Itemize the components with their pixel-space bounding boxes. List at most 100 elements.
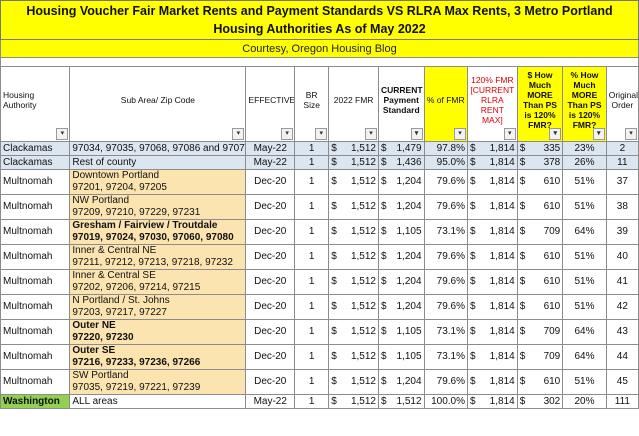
cell-current-ps[interactable]: 1,479 (390, 141, 425, 156)
cell-subarea[interactable]: Inner & Central SE 97202, 97206, 97214, 9… (69, 269, 247, 295)
cell-orig-order[interactable]: 39 (605, 219, 639, 245)
cell-fmr-currency[interactable]: $ (328, 294, 342, 320)
cell-authority[interactable]: Multnomah (0, 319, 71, 345)
cell-effective[interactable]: Dec-20 (245, 244, 296, 270)
cell-fmr120-currency[interactable]: $ (466, 169, 480, 195)
cell-subarea[interactable]: Gresham / Fairview / Troutdale 97019, 970… (69, 219, 247, 245)
cell-current-ps[interactable]: 1,204 (390, 294, 425, 320)
cell-subarea[interactable]: SW Portland 97035, 97219, 97221, 97239 (69, 369, 247, 395)
cell-fmr120[interactable]: 1,814 (479, 369, 518, 395)
cell-how-much[interactable]: 378 (529, 155, 564, 170)
cell-pct-more[interactable]: 64% (562, 319, 607, 345)
cell-subarea[interactable]: Outer SE 97216, 97233, 97236, 97266 (69, 344, 247, 370)
cell-ps-currency[interactable]: $ (377, 369, 391, 395)
cell-fmr-currency[interactable]: $ (328, 269, 342, 295)
cell-ps-currency[interactable]: $ (377, 219, 391, 245)
cell-br-size[interactable]: 1 (294, 194, 330, 220)
cell-ps-currency[interactable]: $ (377, 155, 391, 170)
cell-fmr120-currency[interactable]: $ (466, 294, 480, 320)
cell-orig-order[interactable]: 41 (605, 269, 639, 295)
cell-effective[interactable]: May-22 (245, 141, 296, 156)
cell-pct-fmr[interactable]: 79.6% (423, 194, 469, 220)
cell-more-currency[interactable]: $ (516, 219, 530, 245)
cell-fmr2022[interactable]: 1,512 (341, 344, 379, 370)
cell-pct-fmr[interactable]: 100.0% (423, 394, 469, 409)
cell-fmr120-currency[interactable]: $ (466, 244, 480, 270)
filter-dropdown-icon[interactable]: ▾ (625, 128, 637, 140)
cell-authority[interactable]: Multnomah (0, 369, 71, 395)
cell-ps-currency[interactable]: $ (377, 169, 391, 195)
cell-subarea[interactable]: 97034, 97035, 97068, 97086 and 9707 (69, 141, 247, 156)
cell-fmr2022[interactable]: 1,512 (341, 394, 379, 409)
cell-ps-currency[interactable]: $ (377, 344, 391, 370)
cell-fmr2022[interactable]: 1,512 (341, 269, 379, 295)
cell-subarea[interactable]: N Portland / St. Johns 97203, 97217, 9722… (69, 294, 247, 320)
cell-pct-more[interactable]: 51% (562, 194, 607, 220)
cell-current-ps[interactable]: 1,105 (390, 344, 425, 370)
cell-orig-order[interactable]: 2 (605, 141, 639, 156)
cell-more-currency[interactable]: $ (516, 194, 530, 220)
cell-more-currency[interactable]: $ (516, 141, 530, 156)
cell-authority[interactable]: Clackamas (0, 155, 71, 170)
cell-fmr120[interactable]: 1,814 (479, 244, 518, 270)
cell-br-size[interactable]: 1 (294, 294, 330, 320)
cell-authority[interactable]: Multnomah (0, 294, 71, 320)
cell-ps-currency[interactable]: $ (377, 394, 391, 409)
cell-fmr120[interactable]: 1,814 (479, 141, 518, 156)
cell-fmr120-currency[interactable]: $ (466, 141, 480, 156)
cell-pct-fmr[interactable]: 79.6% (423, 169, 469, 195)
filter-dropdown-icon[interactable]: ▾ (56, 128, 69, 140)
cell-more-currency[interactable]: $ (516, 155, 530, 170)
cell-fmr-currency[interactable]: $ (328, 194, 342, 220)
cell-orig-order[interactable]: 37 (605, 169, 639, 195)
cell-current-ps[interactable]: 1,204 (390, 244, 425, 270)
cell-more-currency[interactable]: $ (516, 344, 530, 370)
cell-br-size[interactable]: 1 (294, 155, 330, 170)
cell-fmr120[interactable]: 1,814 (479, 394, 518, 409)
cell-authority[interactable]: Clackamas (0, 141, 71, 156)
cell-fmr-currency[interactable]: $ (328, 244, 342, 270)
cell-pct-more[interactable]: 64% (562, 344, 607, 370)
cell-how-much[interactable]: 709 (529, 344, 564, 370)
cell-effective[interactable]: May-22 (245, 155, 296, 170)
cell-how-much[interactable]: 335 (529, 141, 564, 156)
cell-orig-order[interactable]: 42 (605, 294, 639, 320)
cell-br-size[interactable]: 1 (294, 141, 330, 156)
cell-pct-more[interactable]: 51% (562, 269, 607, 295)
cell-current-ps[interactable]: 1,105 (390, 219, 425, 245)
cell-fmr120-currency[interactable]: $ (466, 219, 480, 245)
cell-orig-order[interactable]: 38 (605, 194, 639, 220)
cell-pct-more[interactable]: 51% (562, 294, 607, 320)
cell-orig-order[interactable]: 45 (605, 369, 639, 395)
cell-orig-order[interactable]: 111 (605, 394, 639, 409)
cell-pct-fmr[interactable]: 79.6% (423, 369, 469, 395)
filter-dropdown-icon[interactable]: ▾ (364, 128, 377, 140)
cell-pct-fmr[interactable]: 73.1% (423, 319, 469, 345)
cell-fmr120[interactable]: 1,814 (479, 269, 518, 295)
cell-effective[interactable]: Dec-20 (245, 219, 296, 245)
cell-how-much[interactable]: 610 (529, 269, 564, 295)
cell-fmr120-currency[interactable]: $ (466, 194, 480, 220)
cell-pct-more[interactable]: 23% (562, 141, 607, 156)
cell-more-currency[interactable]: $ (516, 294, 530, 320)
cell-fmr120[interactable]: 1,814 (479, 219, 518, 245)
cell-ps-currency[interactable]: $ (377, 319, 391, 345)
cell-more-currency[interactable]: $ (516, 269, 530, 295)
cell-fmr2022[interactable]: 1,512 (341, 155, 379, 170)
filter-dropdown-icon[interactable]: ▾ (503, 128, 516, 140)
cell-subarea[interactable]: NW Portland 97209, 97210, 97229, 97231 (69, 194, 247, 220)
cell-fmr2022[interactable]: 1,512 (341, 169, 379, 195)
cell-fmr-currency[interactable]: $ (328, 141, 342, 156)
cell-authority[interactable]: Multnomah (0, 194, 71, 220)
cell-current-ps[interactable]: 1,436 (390, 155, 425, 170)
cell-br-size[interactable]: 1 (294, 344, 330, 370)
filter-dropdown-icon[interactable]: ▾ (454, 128, 466, 140)
cell-more-currency[interactable]: $ (516, 394, 530, 409)
cell-effective[interactable]: Dec-20 (245, 369, 296, 395)
cell-more-currency[interactable]: $ (516, 319, 530, 345)
cell-fmr-currency[interactable]: $ (328, 319, 342, 345)
filter-active-icon[interactable]: ▾ (315, 128, 328, 140)
cell-br-size[interactable]: 1 (294, 369, 330, 395)
cell-current-ps[interactable]: 1,204 (390, 369, 425, 395)
cell-orig-order[interactable]: 44 (605, 344, 639, 370)
